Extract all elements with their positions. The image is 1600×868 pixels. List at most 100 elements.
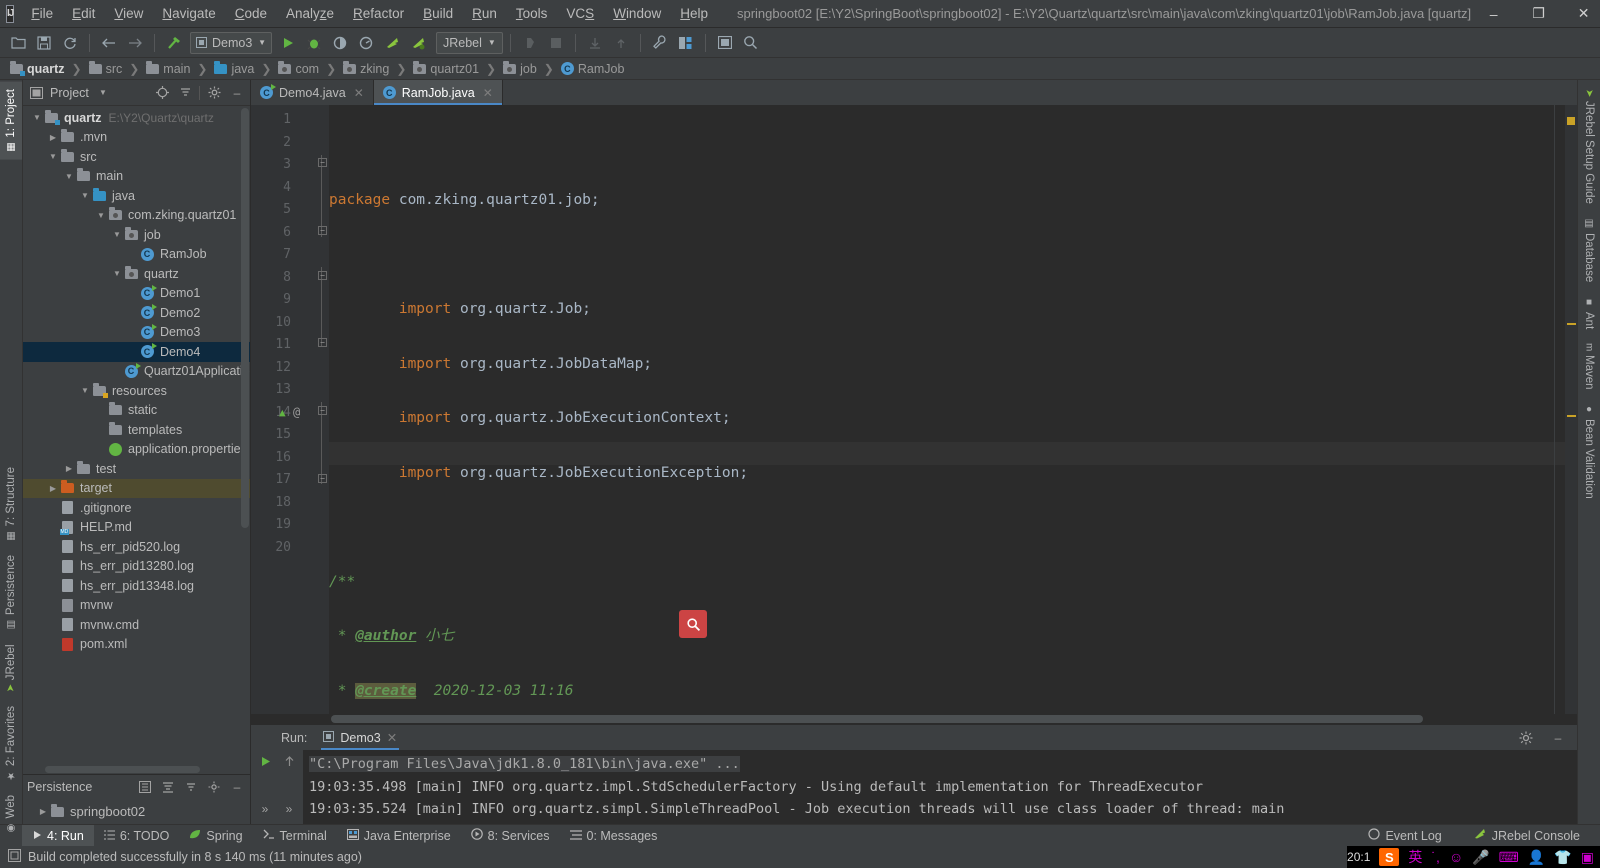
search-floating-button[interactable] — [679, 610, 707, 638]
project-structure-icon[interactable] — [674, 31, 698, 55]
bottom-tab-todo[interactable]: 6: TODO — [94, 825, 180, 847]
fold-marker-method-end[interactable]: − — [318, 474, 327, 483]
editor-horizontal-scrollbar[interactable] — [251, 714, 1577, 724]
chevron-down-icon[interactable]: ▼ — [111, 230, 123, 239]
tree-node--mvn[interactable]: ▶.mvn — [23, 128, 250, 148]
tree-node-help-md[interactable]: HELP.md — [23, 518, 250, 538]
build-hammer-icon[interactable] — [162, 31, 186, 55]
sidebar-item-structure[interactable]: ▦ 7: Structure — [0, 460, 22, 548]
back-arrow-icon[interactable] — [97, 31, 121, 55]
chevron-down-icon[interactable]: ▼ — [47, 152, 59, 161]
chevron-right-icon[interactable]: ▶ — [47, 133, 59, 142]
change-stripe-mark-1[interactable] — [1567, 323, 1576, 325]
run-configuration-selector[interactable]: Demo3 ▼ — [190, 32, 272, 54]
jrebel-run-icon[interactable] — [380, 31, 404, 55]
tree-node-main[interactable]: ▼main — [23, 167, 250, 187]
chevron-right-icon[interactable]: ▶ — [47, 484, 59, 493]
chevron-down-icon[interactable]: ▼ — [94, 84, 112, 102]
tree-node--gitignore[interactable]: .gitignore — [23, 498, 250, 518]
close-icon[interactable]: ✕ — [354, 86, 364, 100]
menu-window[interactable]: Window — [604, 3, 670, 24]
tree-node-mvnw[interactable]: mvnw — [23, 596, 250, 616]
tab-ramjob-java[interactable]: C RamJob.java ✕ — [374, 80, 503, 105]
forward-arrow-icon[interactable] — [123, 31, 147, 55]
breadcrumb-item-java[interactable]: java — [212, 62, 256, 76]
tree-node-java[interactable]: ▼java — [23, 186, 250, 206]
debug-icon[interactable] — [302, 31, 326, 55]
ime-language-icon[interactable]: 英 — [1408, 847, 1422, 867]
chevron-down-icon[interactable]: ▼ — [79, 191, 91, 200]
project-panel-title[interactable]: Project — [50, 86, 89, 100]
more-actions-icon-1[interactable]: » — [256, 800, 274, 818]
maximize-button[interactable]: ❐ — [1516, 0, 1561, 28]
chevron-down-icon[interactable]: ▼ — [95, 211, 107, 220]
tree-node-demo1[interactable]: CDemo1 — [23, 284, 250, 304]
tree-node-quartz01application[interactable]: CQuartz01Application — [23, 362, 250, 382]
tree-node-hs-err-pid13348-log[interactable]: hs_err_pid13348.log — [23, 576, 250, 596]
warning-stripe-mark[interactable] — [1567, 117, 1575, 125]
breadcrumb-item-quartz[interactable]: quartz — [8, 62, 67, 76]
sidebar-item-database[interactable]: ▤ Database — [1580, 211, 1598, 289]
bottom-tab-services[interactable]: 8: Services — [461, 825, 560, 847]
tree-node-test[interactable]: ▶test — [23, 459, 250, 479]
tree-node-quartz[interactable]: ▼quartzE:\Y2\Quartz\quartz — [23, 108, 250, 128]
project-tree[interactable]: ▼quartzE:\Y2\Quartz\quartz▶.mvn▼src▼main… — [23, 106, 250, 765]
more-actions-icon-2[interactable]: » — [280, 800, 298, 818]
tree-node-ramjob[interactable]: CRamJob — [23, 245, 250, 265]
run-gear-icon[interactable] — [1517, 729, 1535, 747]
tree-node-demo2[interactable]: CDemo2 — [23, 303, 250, 323]
tree-node-src[interactable]: ▼src — [23, 147, 250, 167]
tree-node-mvnw-cmd[interactable]: mvnw.cmd — [23, 615, 250, 635]
rerun-icon[interactable] — [256, 752, 274, 770]
close-icon[interactable]: ✕ — [483, 86, 493, 100]
close-icon[interactable]: ✕ — [387, 730, 397, 745]
ime-punctuation-icon[interactable]: ˙, — [1431, 849, 1440, 865]
ime-apps-icon[interactable]: ▣ — [1581, 849, 1594, 866]
fold-marker-imports-end[interactable]: − — [318, 226, 327, 235]
ime-keyboard-icon[interactable]: ⌨ — [1499, 849, 1519, 866]
ime-voice-icon[interactable]: 🎤 — [1472, 849, 1489, 866]
bottom-tab-messages[interactable]: 0: Messages — [560, 825, 668, 847]
sidebar-item-ant[interactable]: ■ Ant — [1580, 290, 1598, 336]
fold-marker-javadoc[interactable]: − — [318, 271, 327, 280]
run-hide-icon[interactable]: – — [1549, 729, 1567, 747]
menu-edit[interactable]: Edit — [63, 3, 104, 24]
ime-emoji-icon[interactable]: ☺ — [1449, 849, 1463, 865]
bottom-tab-spring[interactable]: Spring — [179, 825, 252, 847]
collapse-all-icon[interactable] — [176, 84, 194, 102]
close-button[interactable]: ✕ — [1561, 0, 1600, 28]
save-icon[interactable] — [32, 31, 56, 55]
expand-icon[interactable] — [159, 778, 177, 796]
menu-analyze[interactable]: Analyze — [277, 3, 343, 24]
menu-vcs[interactable]: VCS — [557, 3, 603, 24]
persistence-gear-icon[interactable] — [205, 778, 223, 796]
persistence-item[interactable]: ▶ springboot02 — [29, 802, 149, 822]
tree-node-hs-err-pid520-log[interactable]: hs_err_pid520.log — [23, 537, 250, 557]
run-with-coverage-icon[interactable] — [328, 31, 352, 55]
menu-build[interactable]: Build — [414, 3, 462, 24]
override-gutter-icon[interactable]: ▲ — [279, 406, 286, 419]
scroll-from-source-icon[interactable] — [153, 84, 171, 102]
hide-icon[interactable]: – — [228, 84, 246, 102]
tree-node-static[interactable]: static — [23, 401, 250, 421]
settings-wrench-icon[interactable] — [648, 31, 672, 55]
layout-icon[interactable] — [713, 31, 737, 55]
tree-node-demo3[interactable]: CDemo3 — [23, 323, 250, 343]
tree-node-target[interactable]: ▶target — [23, 479, 250, 499]
tree-node-job[interactable]: ▼job — [23, 225, 250, 245]
chevron-down-icon[interactable]: ▼ — [63, 172, 75, 181]
sogou-ime-icon[interactable]: S — [1379, 848, 1399, 866]
run-icon[interactable] — [276, 31, 300, 55]
sidebar-item-favorites[interactable]: ★ 2: Favorites — [0, 699, 22, 788]
tree-node-com-zking-quartz01[interactable]: ▼com.zking.quartz01 — [23, 206, 250, 226]
breadcrumb-item-zking[interactable]: zking — [341, 62, 391, 76]
profile-icon[interactable] — [354, 31, 378, 55]
breadcrumb-item-src[interactable]: src — [87, 62, 125, 76]
jrebel-debug-icon[interactable] — [406, 31, 430, 55]
collapse-icon[interactable] — [182, 778, 200, 796]
run-console[interactable]: "C:\Program Files\Java\jdk1.8.0_181\bin\… — [303, 750, 1577, 824]
breadcrumb-item-job[interactable]: job — [501, 62, 539, 76]
fold-marker-javadoc-end[interactable]: − — [318, 338, 327, 347]
code-content[interactable]: package com.zking.quartz01.job; import o… — [329, 105, 1565, 714]
tree-node-quartz[interactable]: ▼quartz — [23, 264, 250, 284]
